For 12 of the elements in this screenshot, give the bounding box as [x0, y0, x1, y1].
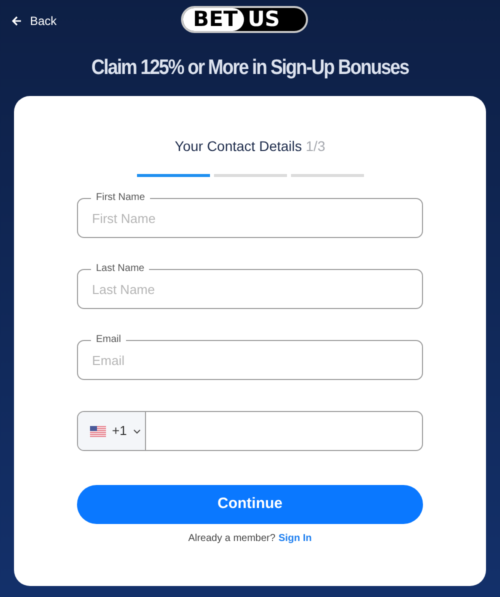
back-button[interactable]: Back [12, 12, 57, 30]
logo: BET US [181, 6, 308, 33]
headline: Claim 125% or More in Sign-Up Bonuses [90, 55, 410, 81]
arrow-left-icon [12, 16, 22, 26]
country-code-select[interactable]: +1 [78, 412, 146, 450]
member-prompt: Already a member? [188, 532, 276, 546]
form-title: Your Contact Details 1/3 [174, 137, 326, 156]
continue-button[interactable]: Continue [77, 485, 423, 524]
phone-field[interactable]: +1 [77, 411, 423, 451]
chevron-down-icon [132, 428, 141, 434]
sign-in-link[interactable]: Sign In [278, 531, 312, 546]
flag-icon [90, 426, 106, 436]
